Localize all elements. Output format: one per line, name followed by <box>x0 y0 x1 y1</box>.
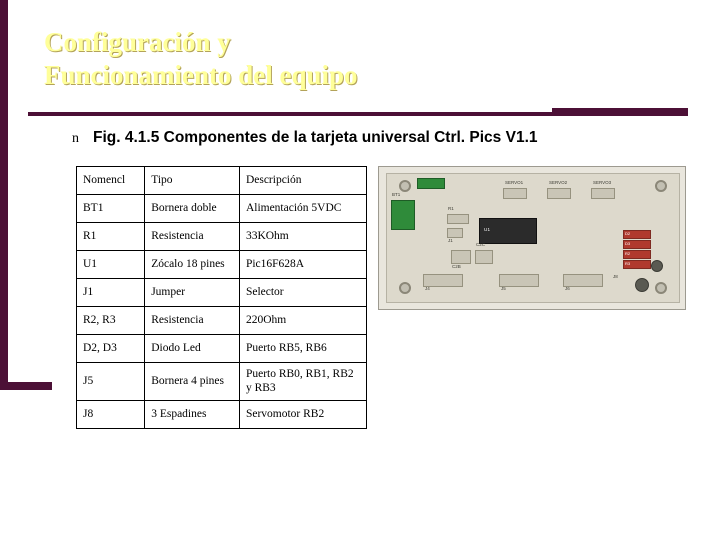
d3-led: D3 <box>623 240 651 249</box>
left-accent-bar-foot <box>0 382 52 390</box>
cell-nomencl: J5 <box>75 362 146 401</box>
silkscreen-j1: J1 <box>448 238 453 243</box>
cell-tipo: Diodo Led <box>144 334 240 363</box>
left-accent-bar <box>0 0 8 390</box>
cell-tipo: Bornera 4 pines <box>144 362 240 401</box>
silkscreen-servo3: SERVO3 <box>593 180 612 185</box>
table-row: J5 Bornera 4 pines Puerto RB0, RB1, RB2 … <box>75 362 368 401</box>
cell-nomencl: J8 <box>75 400 146 429</box>
silkscreen-bt1: BT1 <box>392 192 401 197</box>
cell-descripcion: 220Ohm <box>238 306 368 335</box>
servo3-header <box>591 188 615 199</box>
bullet-marker-icon: n <box>72 131 79 146</box>
table-row: J8 3 Espadines Servomotor RB2 <box>75 400 368 429</box>
cell-descripcion: Puerto RB0, RB1, RB2 y RB3 <box>238 362 368 401</box>
cell-tipo: Resistencia <box>144 222 240 251</box>
mount-hole-icon <box>399 282 411 294</box>
c2c-capacitor <box>475 250 493 264</box>
title-rule <box>28 112 688 116</box>
board-photo: BT1 SERVO1 SERVO2 SERVO3 U1 R1 J1 C2B C2… <box>378 166 686 310</box>
servo1-header <box>503 188 527 199</box>
mount-hole-icon <box>655 282 667 294</box>
silkscreen-r3: R3 <box>625 261 631 266</box>
cell-descripcion: Puerto RB5, RB6 <box>238 334 368 363</box>
electrolytic-cap <box>635 278 649 292</box>
cell-descripcion: Selector <box>238 278 368 307</box>
table-row: U1 Zócalo 18 pines Pic16F628A <box>75 250 368 279</box>
silkscreen-c2c: C2C <box>476 242 486 247</box>
cell-tipo: Resistencia <box>144 306 240 335</box>
silkscreen-j6: J6 <box>565 286 570 291</box>
table-row: BT1 Bornera doble Alimentación 5VDC <box>75 194 368 223</box>
cell-tipo: 3 Espadines <box>144 400 240 429</box>
page-title-line2: Funcionamiento del equipo <box>44 60 358 90</box>
electrolytic-cap <box>651 260 663 272</box>
mount-hole-icon <box>655 180 667 192</box>
d2-led: D2 <box>623 230 651 239</box>
cell-descripcion: Servomotor RB2 <box>238 400 368 429</box>
cell-tipo: Bornera doble <box>144 194 240 223</box>
c2b-capacitor <box>451 250 471 264</box>
table-header-tipo: Tipo <box>144 166 240 195</box>
j1-jumper <box>447 228 463 238</box>
cell-nomencl: R1 <box>75 222 146 251</box>
table-row: D2, D3 Diodo Led Puerto RB5, RB6 <box>75 334 368 363</box>
cell-nomencl: J1 <box>75 278 146 307</box>
silkscreen-servo2: SERVO2 <box>549 180 568 185</box>
r1-resistor <box>447 214 469 224</box>
r2-resistor: R2 <box>623 250 651 259</box>
table-row: R2, R3 Resistencia 220Ohm <box>75 306 368 335</box>
servo2-header <box>547 188 571 199</box>
cell-descripcion: 33KOhm <box>238 222 368 251</box>
bt1-terminal-block <box>391 200 415 230</box>
cell-nomencl: R2, R3 <box>75 306 146 335</box>
silkscreen-j5: J5 <box>501 286 506 291</box>
silkscreen-j8: J8 <box>613 274 618 279</box>
silkscreen-u1: U1 <box>484 227 491 232</box>
cell-tipo: Jumper <box>144 278 240 307</box>
cell-nomencl: BT1 <box>75 194 146 223</box>
cell-nomencl: U1 <box>75 250 146 279</box>
mount-hole-icon <box>399 180 411 192</box>
board-photo-inner: BT1 SERVO1 SERVO2 SERVO3 U1 R1 J1 C2B C2… <box>386 173 680 303</box>
table-header-row: Nomencl Tipo Descripción <box>75 166 368 195</box>
figure-caption-text: Fig. 4.1.5 Componentes de la tarjeta uni… <box>93 129 538 146</box>
table-header-descripcion: Descripción <box>238 166 368 195</box>
figure-caption: n Fig. 4.1.5 Componentes de la tarjeta u… <box>72 128 672 149</box>
top-green-header <box>417 178 445 189</box>
table-row: R1 Resistencia 33KOhm <box>75 222 368 251</box>
cell-descripcion: Pic16F628A <box>238 250 368 279</box>
silkscreen-d3: D3 <box>625 241 631 246</box>
silkscreen-j4: J4 <box>425 286 430 291</box>
u1-socket: U1 <box>479 218 537 244</box>
silkscreen-d2: D2 <box>625 231 631 236</box>
page-title-line1: Configuración y <box>44 27 231 57</box>
silkscreen-servo1: SERVO1 <box>505 180 524 185</box>
table-header-nomencl: Nomencl <box>75 166 146 195</box>
silkscreen-r1: R1 <box>448 206 454 211</box>
page-title: Configuración y Funcionamiento del equip… <box>44 26 684 92</box>
cell-tipo: Zócalo 18 pines <box>144 250 240 279</box>
r3-resistor: R3 <box>623 260 651 269</box>
cell-nomencl: D2, D3 <box>75 334 146 363</box>
silkscreen-r2: R2 <box>625 251 631 256</box>
components-table: Nomencl Tipo Descripción BT1 Bornera dob… <box>75 166 368 429</box>
silkscreen-c2b: C2B <box>452 264 461 269</box>
cell-descripcion: Alimentación 5VDC <box>238 194 368 223</box>
table-row: J1 Jumper Selector <box>75 278 368 307</box>
